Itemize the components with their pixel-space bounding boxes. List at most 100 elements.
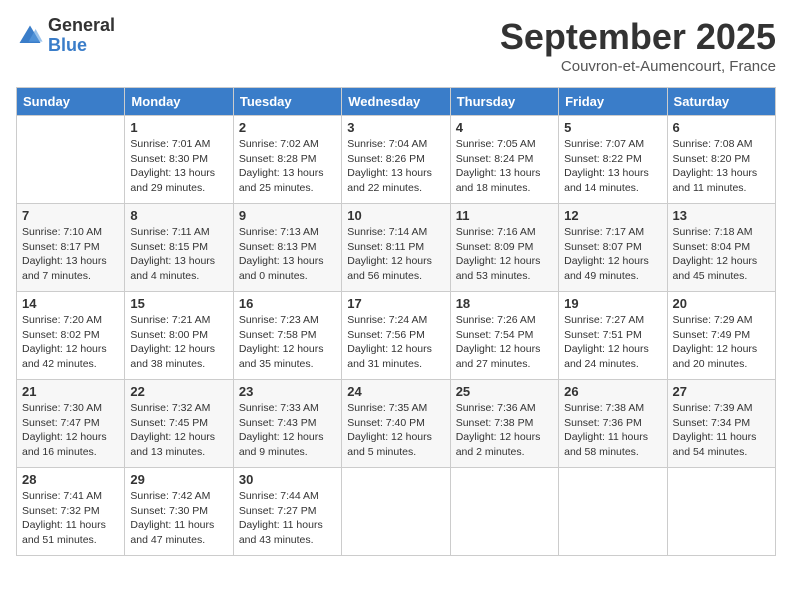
- calendar-cell: 27Sunrise: 7:39 AMSunset: 7:34 PMDayligh…: [667, 380, 775, 468]
- calendar-cell: 7Sunrise: 7:10 AMSunset: 8:17 PMDaylight…: [17, 204, 125, 292]
- day-info: Sunrise: 7:27 AMSunset: 7:51 PMDaylight:…: [564, 313, 661, 372]
- logo-text: General Blue: [48, 16, 115, 56]
- day-info: Sunrise: 7:07 AMSunset: 8:22 PMDaylight:…: [564, 137, 661, 196]
- calendar-cell: 29Sunrise: 7:42 AMSunset: 7:30 PMDayligh…: [125, 468, 233, 556]
- day-number: 6: [673, 120, 770, 135]
- calendar-cell: [559, 468, 667, 556]
- column-header-tuesday: Tuesday: [233, 88, 341, 116]
- column-header-sunday: Sunday: [17, 88, 125, 116]
- calendar-cell: 6 Sunrise: 7:08 AMSunset: 8:20 PMDaylight…: [667, 116, 775, 204]
- calendar-cell: 21 Sunrise: 7:30 AMSunset: 7:47 PMDayligh…: [17, 380, 125, 468]
- calendar-cell: 22Sunrise: 7:32 AMSunset: 7:45 PMDayligh…: [125, 380, 233, 468]
- header-row: SundayMondayTuesdayWednesdayThursdayFrid…: [17, 88, 776, 116]
- day-info: Sunrise: 7:24 AMSunset: 7:56 PMDaylight:…: [347, 313, 444, 372]
- calendar-cell: 12 Sunrise: 7:17 AMSunset: 8:07 PMDayligh…: [559, 204, 667, 292]
- column-header-monday: Monday: [125, 88, 233, 116]
- calendar-cell: 25 Sunrise: 7:36 AMSunset: 7:38 PMDayligh…: [450, 380, 558, 468]
- day-info: Sunrise: 7:02 AMSunset: 8:28 PMDaylight:…: [239, 137, 336, 196]
- day-number: 7: [22, 208, 119, 223]
- day-number: 20: [673, 296, 770, 311]
- day-number: 25: [456, 384, 553, 399]
- column-header-saturday: Saturday: [667, 88, 775, 116]
- page-header: General Blue September 2025 Couvron-et-A…: [16, 16, 776, 75]
- calendar-cell: 24 Sunrise: 7:35 AMSunset: 7:40 PMDayligh…: [342, 380, 450, 468]
- day-number: 8: [130, 208, 227, 223]
- logo: General Blue: [16, 16, 115, 56]
- day-number: 14: [22, 296, 119, 311]
- calendar-cell: 23Sunrise: 7:33 AMSunset: 7:43 PMDayligh…: [233, 380, 341, 468]
- calendar-cell: 8Sunrise: 7:11 AMSunset: 8:15 PMDaylight…: [125, 204, 233, 292]
- day-info: Sunrise: 7:33 AMSunset: 7:43 PMDaylight:…: [239, 401, 336, 460]
- day-info: Sunrise: 7:05 AMSunset: 8:24 PMDaylight:…: [456, 137, 553, 196]
- day-number: 4: [456, 120, 553, 135]
- column-header-friday: Friday: [559, 88, 667, 116]
- calendar-cell: [450, 468, 558, 556]
- day-number: 30: [239, 472, 336, 487]
- day-info: Sunrise: 7:35 AMSunset: 7:40 PMDaylight:…: [347, 401, 444, 460]
- calendar-cell: 13Sunrise: 7:18 AMSunset: 8:04 PMDayligh…: [667, 204, 775, 292]
- calendar-cell: 14 Sunrise: 7:20 AMSunset: 8:02 PMDayligh…: [17, 292, 125, 380]
- calendar-cell: 30 Sunrise: 7:44 AMSunset: 7:27 PMDayligh…: [233, 468, 341, 556]
- day-info: Sunrise: 7:30 AMSunset: 7:47 PMDaylight:…: [22, 401, 119, 460]
- title-block: September 2025 Couvron-et-Aumencourt, Fr…: [500, 16, 776, 75]
- day-number: 18: [456, 296, 553, 311]
- day-info: Sunrise: 7:38 AMSunset: 7:36 PMDaylight:…: [564, 401, 661, 460]
- week-row-3: 14 Sunrise: 7:20 AMSunset: 8:02 PMDayligh…: [17, 292, 776, 380]
- day-number: 2: [239, 120, 336, 135]
- day-number: 3: [347, 120, 444, 135]
- logo-general: General: [48, 16, 115, 36]
- calendar-cell: 3 Sunrise: 7:04 AMSunset: 8:26 PMDaylight…: [342, 116, 450, 204]
- day-number: 17: [347, 296, 444, 311]
- calendar-cell: 20 Sunrise: 7:29 AMSunset: 7:49 PMDayligh…: [667, 292, 775, 380]
- calendar-cell: 26 Sunrise: 7:38 AMSunset: 7:36 PMDayligh…: [559, 380, 667, 468]
- day-number: 26: [564, 384, 661, 399]
- day-number: 24: [347, 384, 444, 399]
- calendar-cell: [667, 468, 775, 556]
- calendar-cell: 10Sunrise: 7:14 AMSunset: 8:11 PMDayligh…: [342, 204, 450, 292]
- week-row-4: 21 Sunrise: 7:30 AMSunset: 7:47 PMDayligh…: [17, 380, 776, 468]
- calendar-cell: 15 Sunrise: 7:21 AMSunset: 8:00 PMDayligh…: [125, 292, 233, 380]
- day-number: 22: [130, 384, 227, 399]
- day-number: 9: [239, 208, 336, 223]
- day-info: Sunrise: 7:16 AMSunset: 8:09 PMDaylight:…: [456, 225, 553, 284]
- day-info: Sunrise: 7:41 AMSunset: 7:32 PMDaylight:…: [22, 489, 119, 548]
- day-info: Sunrise: 7:44 AMSunset: 7:27 PMDaylight:…: [239, 489, 336, 548]
- day-info: Sunrise: 7:20 AMSunset: 8:02 PMDaylight:…: [22, 313, 119, 372]
- calendar-cell: 1Sunrise: 7:01 AMSunset: 8:30 PMDaylight…: [125, 116, 233, 204]
- calendar-cell: 11Sunrise: 7:16 AMSunset: 8:09 PMDayligh…: [450, 204, 558, 292]
- day-number: 12: [564, 208, 661, 223]
- calendar-cell: 4 Sunrise: 7:05 AMSunset: 8:24 PMDaylight…: [450, 116, 558, 204]
- day-number: 5: [564, 120, 661, 135]
- day-info: Sunrise: 7:17 AMSunset: 8:07 PMDaylight:…: [564, 225, 661, 284]
- day-info: Sunrise: 7:04 AMSunset: 8:26 PMDaylight:…: [347, 137, 444, 196]
- day-number: 27: [673, 384, 770, 399]
- calendar-cell: [342, 468, 450, 556]
- month-title: September 2025: [500, 16, 776, 58]
- calendar-cell: 2 Sunrise: 7:02 AMSunset: 8:28 PMDaylight…: [233, 116, 341, 204]
- day-number: 28: [22, 472, 119, 487]
- day-info: Sunrise: 7:42 AMSunset: 7:30 PMDaylight:…: [130, 489, 227, 548]
- day-info: Sunrise: 7:29 AMSunset: 7:49 PMDaylight:…: [673, 313, 770, 372]
- day-number: 21: [22, 384, 119, 399]
- day-info: Sunrise: 7:36 AMSunset: 7:38 PMDaylight:…: [456, 401, 553, 460]
- calendar-cell: [17, 116, 125, 204]
- week-row-1: 1Sunrise: 7:01 AMSunset: 8:30 PMDaylight…: [17, 116, 776, 204]
- day-info: Sunrise: 7:18 AMSunset: 8:04 PMDaylight:…: [673, 225, 770, 284]
- calendar-cell: 9 Sunrise: 7:13 AMSunset: 8:13 PMDaylight…: [233, 204, 341, 292]
- day-number: 10: [347, 208, 444, 223]
- day-number: 1: [130, 120, 227, 135]
- column-header-thursday: Thursday: [450, 88, 558, 116]
- week-row-2: 7Sunrise: 7:10 AMSunset: 8:17 PMDaylight…: [17, 204, 776, 292]
- day-info: Sunrise: 7:13 AMSunset: 8:13 PMDaylight:…: [239, 225, 336, 284]
- week-row-5: 28 Sunrise: 7:41 AMSunset: 7:32 PMDayligh…: [17, 468, 776, 556]
- logo-blue: Blue: [48, 36, 115, 56]
- calendar-cell: 19 Sunrise: 7:27 AMSunset: 7:51 PMDayligh…: [559, 292, 667, 380]
- location-subtitle: Couvron-et-Aumencourt, France: [500, 58, 776, 75]
- day-info: Sunrise: 7:21 AMSunset: 8:00 PMDaylight:…: [130, 313, 227, 372]
- calendar-cell: 18 Sunrise: 7:26 AMSunset: 7:54 PMDayligh…: [450, 292, 558, 380]
- day-info: Sunrise: 7:26 AMSunset: 7:54 PMDaylight:…: [456, 313, 553, 372]
- day-number: 19: [564, 296, 661, 311]
- logo-icon: [16, 22, 44, 50]
- day-info: Sunrise: 7:08 AMSunset: 8:20 PMDaylight:…: [673, 137, 770, 196]
- day-number: 15: [130, 296, 227, 311]
